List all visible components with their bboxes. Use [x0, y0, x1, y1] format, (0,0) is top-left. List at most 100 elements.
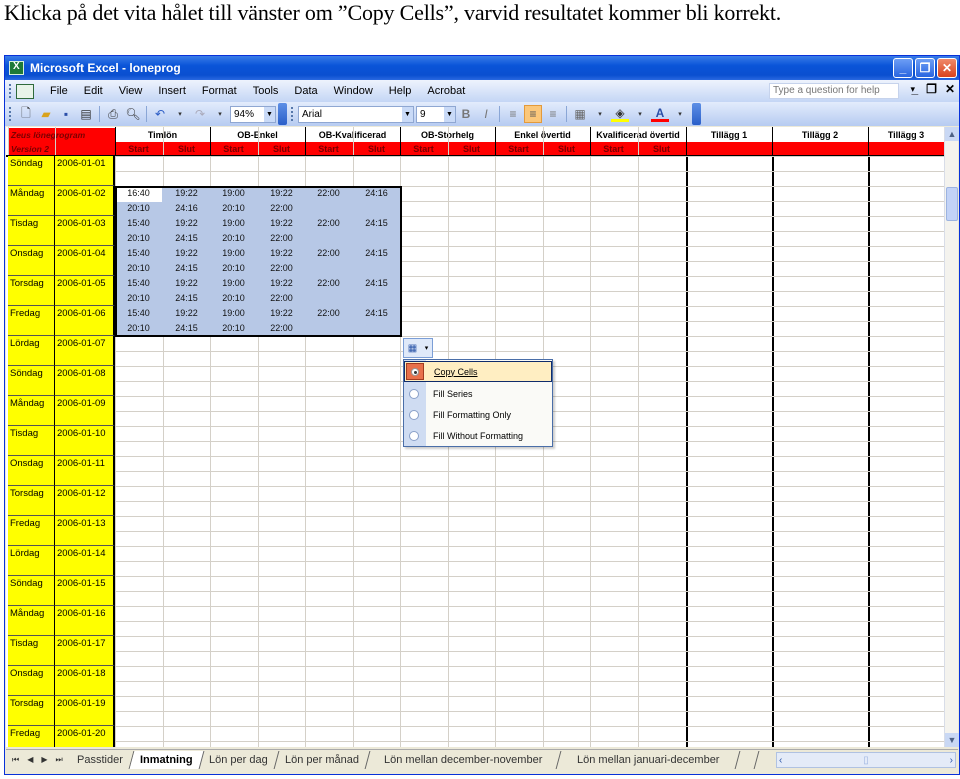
time-cell[interactable]: 24:15	[163, 321, 210, 336]
day-name-cell[interactable]: Söndag	[8, 576, 55, 606]
tab-lon-per-manad[interactable]: Lön per månad	[274, 750, 371, 769]
undo-icon[interactable]: ↶	[151, 105, 169, 123]
vertical-scrollbar[interactable]: ▲ ▼	[944, 127, 959, 747]
time-cell[interactable]: 15:40	[115, 246, 162, 261]
radio-icon[interactable]	[409, 388, 419, 399]
day-date-cell[interactable]: 2006-01-16	[55, 606, 115, 636]
radio-icon[interactable]	[409, 430, 419, 441]
time-cell[interactable]: 22:00	[258, 201, 305, 216]
save-icon[interactable]: ▪	[57, 105, 75, 123]
day-date-cell[interactable]: 2006-01-19	[55, 696, 115, 726]
fill-color-dropdown-icon[interactable]: ▾	[631, 105, 649, 123]
scroll-left-icon[interactable]: ‹	[779, 755, 782, 766]
header-app-name-cell[interactable]: Zeus lönegrogram	[8, 128, 115, 142]
align-right-icon[interactable]: ≡	[544, 105, 562, 123]
last-sheet-icon[interactable]: ⏭	[56, 755, 63, 765]
menu-window[interactable]: Window	[326, 85, 381, 97]
time-cell[interactable]: 24:15	[163, 261, 210, 276]
day-name-cell[interactable]: Måndag	[8, 396, 55, 426]
time-cell[interactable]: 24:15	[353, 276, 400, 291]
workbook-restore-button[interactable]: ❐	[926, 82, 937, 96]
day-name-cell[interactable]: Onsdag	[8, 456, 55, 486]
autofill-options-button[interactable]: ▦ ▾	[403, 338, 433, 358]
day-name-cell[interactable]: Tisdag	[8, 216, 55, 246]
time-cell[interactable]: 19:22	[163, 306, 210, 321]
time-cell[interactable]: 20:10	[210, 261, 257, 276]
day-date-cell[interactable]: 2006-01-12	[55, 486, 115, 516]
tab-passtider[interactable]: Passtider	[66, 750, 134, 769]
time-cell[interactable]: 22:00	[258, 321, 305, 336]
fill-color-icon[interactable]: ◈	[611, 106, 629, 122]
menu-help[interactable]: Help	[381, 85, 420, 97]
tab-lon-jan-dec[interactable]: Lön mellan januari-december	[556, 750, 742, 769]
time-cell[interactable]: 22:00	[305, 306, 352, 321]
time-cell[interactable]: 19:00	[210, 246, 257, 261]
day-date-cell[interactable]: 2006-01-02	[55, 186, 115, 216]
autofill-option-fill-formatting-only[interactable]: Fill Formatting Only	[404, 404, 552, 425]
time-cell[interactable]: 19:22	[163, 276, 210, 291]
time-cell[interactable]: 19:00	[210, 306, 257, 321]
day-date-cell[interactable]: 2006-01-05	[55, 276, 115, 306]
time-cell[interactable]: 15:40	[115, 216, 162, 231]
time-cell[interactable]: 20:10	[115, 231, 162, 246]
permission-icon[interactable]: ▤	[77, 105, 95, 123]
menu-edit[interactable]: Edit	[76, 85, 111, 97]
italic-icon[interactable]: I	[477, 105, 495, 123]
day-date-cell[interactable]: 2006-01-14	[55, 546, 115, 576]
time-cell[interactable]: 19:00	[210, 216, 257, 231]
redo-icon[interactable]: ↷	[191, 105, 209, 123]
time-cell[interactable]: 19:22	[163, 186, 210, 201]
day-name-cell[interactable]: Torsdag	[8, 696, 55, 726]
workbook-close-button[interactable]: ✕	[945, 82, 955, 96]
day-date-cell[interactable]: 2006-01-13	[55, 516, 115, 546]
time-cell[interactable]: 24:15	[353, 216, 400, 231]
day-name-cell[interactable]: Fredag	[8, 726, 55, 747]
radio-selected-icon[interactable]	[406, 363, 424, 380]
menu-acrobat[interactable]: Acrobat	[419, 85, 473, 97]
time-cell[interactable]: 20:10	[115, 291, 162, 306]
minimize-button[interactable]: _	[893, 58, 913, 78]
time-cell[interactable]: 19:22	[258, 246, 305, 261]
menu-file[interactable]: File	[42, 85, 76, 97]
zoom-select[interactable]: 94% ▼	[230, 105, 276, 123]
day-date-cell[interactable]: 2006-01-04	[55, 246, 115, 276]
day-date-cell[interactable]: 2006-01-07	[55, 336, 115, 366]
font-size-select[interactable]: 9 ▼	[416, 105, 456, 123]
day-name-cell[interactable]: Måndag	[8, 606, 55, 636]
day-name-cell[interactable]: Fredag	[8, 516, 55, 546]
time-cell[interactable]: 24:16	[163, 201, 210, 216]
workbook-icon[interactable]	[16, 83, 34, 99]
redo-dropdown-icon[interactable]: ▾	[211, 105, 229, 123]
day-date-cell[interactable]: 2006-01-03	[55, 216, 115, 246]
time-cell[interactable]: 19:22	[258, 276, 305, 291]
time-cell[interactable]: 24:16	[353, 186, 400, 201]
day-name-cell[interactable]: Lördag	[8, 546, 55, 576]
font-select[interactable]: Arial ▼	[298, 105, 414, 123]
toolbar-options-button[interactable]	[278, 103, 287, 125]
font-color-icon[interactable]: A	[651, 106, 669, 122]
close-button[interactable]: ✕	[937, 58, 957, 78]
borders-dropdown-icon[interactable]: ▾	[591, 105, 609, 123]
day-date-cell[interactable]: 2006-01-18	[55, 666, 115, 696]
day-date-cell[interactable]: 2006-01-01	[55, 156, 115, 186]
day-date-cell[interactable]: 2006-01-08	[55, 366, 115, 396]
time-cell[interactable]: 22:00	[305, 276, 352, 291]
tab-lon-dec-nov[interactable]: Lön mellan december-november	[365, 750, 562, 769]
borders-icon[interactable]: ▦	[571, 105, 589, 123]
day-name-cell[interactable]: Onsdag	[8, 246, 55, 276]
chevron-down-icon[interactable]: ▼	[444, 106, 455, 122]
undo-dropdown-icon[interactable]: ▾	[171, 105, 189, 123]
time-cell[interactable]: 19:22	[163, 246, 210, 261]
prev-sheet-icon[interactable]: ◀	[27, 755, 33, 765]
horizontal-scroll-thumb[interactable]: ▯	[863, 755, 869, 766]
time-cell[interactable]: 20:10	[210, 201, 257, 216]
help-search-input[interactable]: Type a question for help	[769, 83, 899, 99]
print-icon[interactable]: ⎙	[104, 105, 122, 123]
bold-icon[interactable]: B	[457, 105, 475, 123]
time-cell[interactable]: 20:10	[210, 321, 257, 336]
menu-view[interactable]: View	[111, 85, 151, 97]
header-version-cell[interactable]: Version 2	[8, 142, 115, 156]
scroll-right-icon[interactable]: ›	[950, 755, 953, 766]
day-date-cell[interactable]: 2006-01-17	[55, 636, 115, 666]
day-name-cell[interactable]: Tisdag	[8, 426, 55, 456]
